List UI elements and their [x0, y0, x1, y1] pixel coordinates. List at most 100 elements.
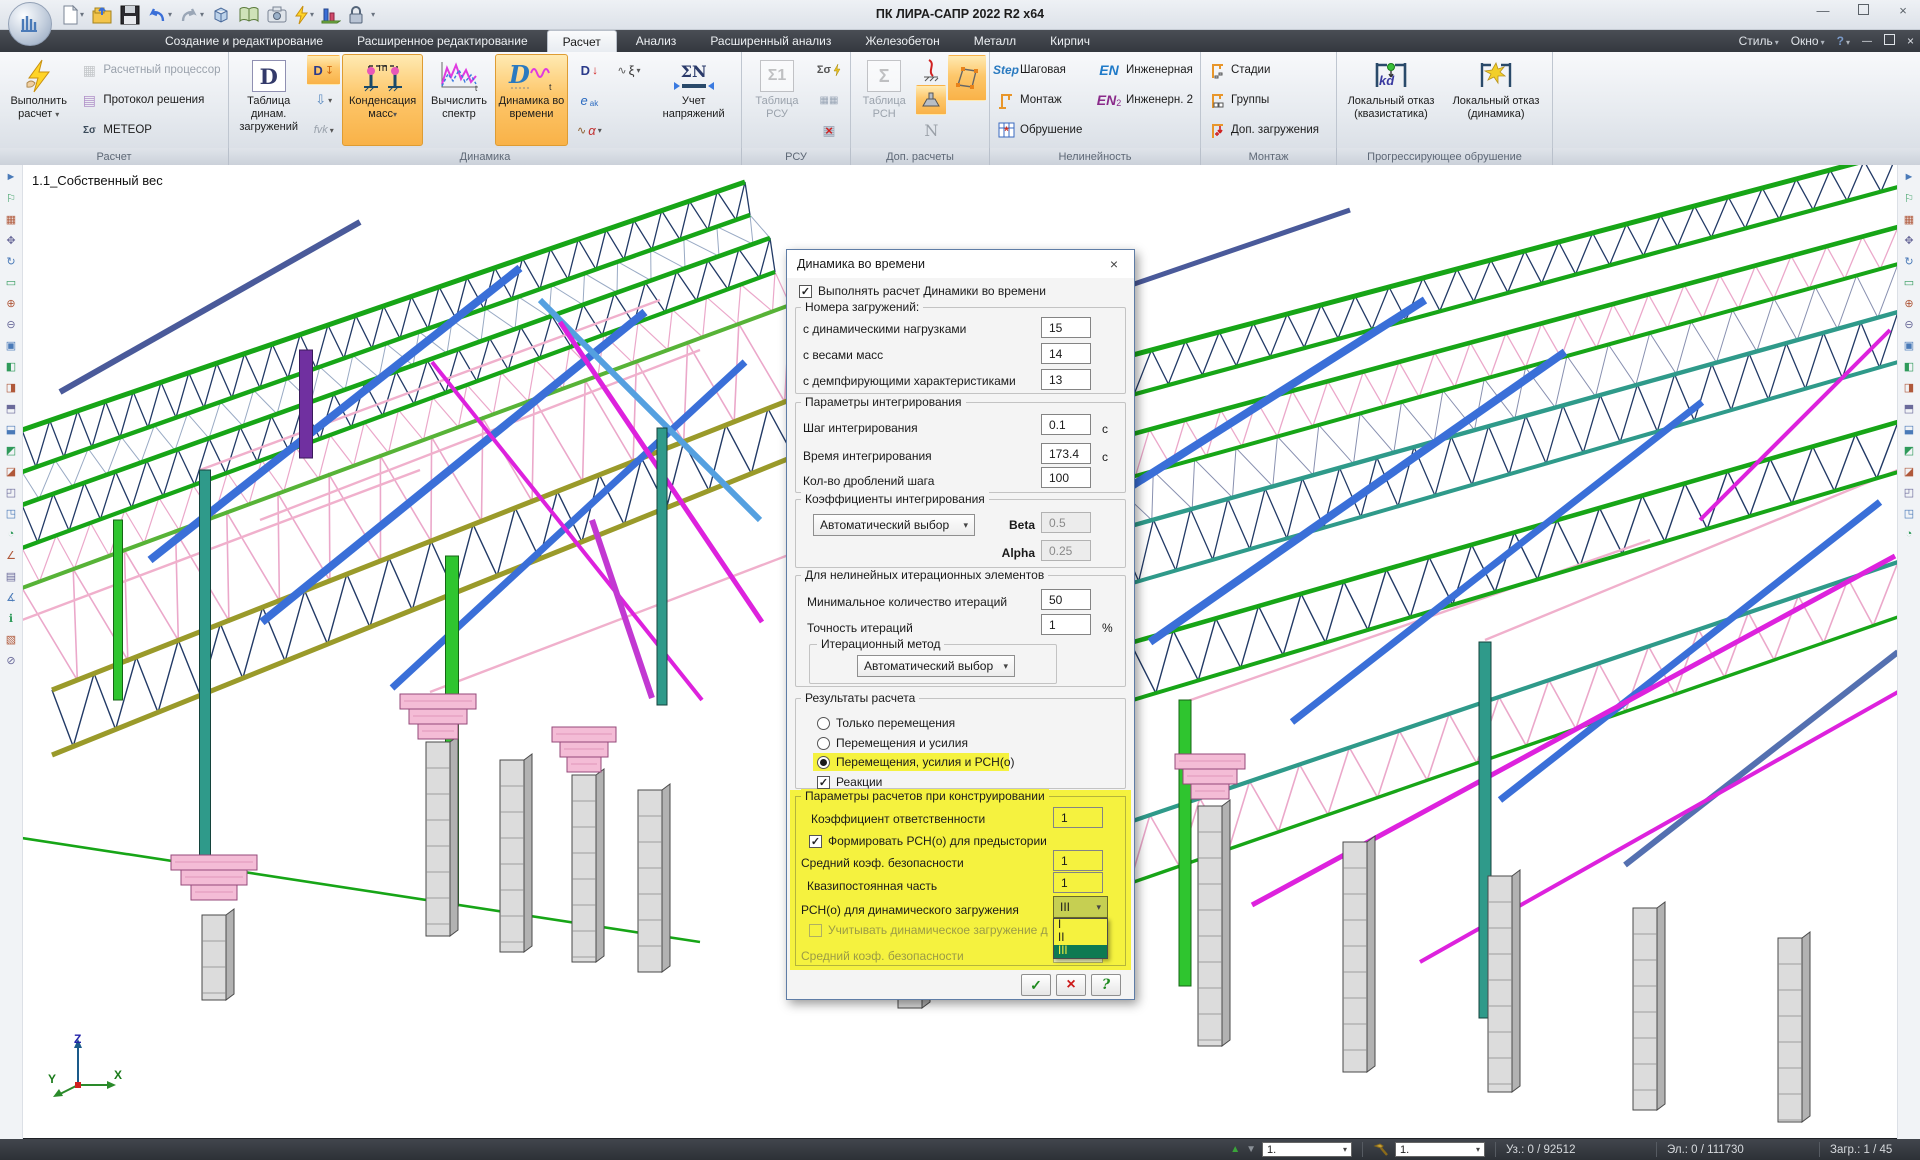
element-info-button[interactable]: ℹ — [2, 609, 20, 627]
alpha-damping-button[interactable]: ∿ α ▾ — [570, 115, 609, 145]
stress-account-button[interactable]: ΣN Учет напряжений — [649, 54, 738, 146]
isometry-button[interactable]: ◧ — [1900, 357, 1918, 375]
new-dropdown-arrow[interactable]: ▾ — [80, 10, 84, 19]
eak-button[interactable]: e ak — [570, 85, 609, 115]
compute-spectrum-button[interactable]: t Вычислить спектр — [425, 54, 493, 146]
tab-reinforced-concrete[interactable]: Железобетон — [850, 30, 954, 52]
footing-calc-button[interactable] — [916, 85, 946, 115]
show-nodes-button[interactable]: ▦ — [1900, 210, 1918, 228]
polyfilter-button[interactable]: ▧ — [2, 630, 20, 648]
min-iterations-field[interactable]: 50 — [1041, 589, 1091, 610]
ribbon-minimize-button[interactable]: — — [1862, 36, 1872, 47]
integration-step-field[interactable]: 0.1 — [1041, 414, 1091, 435]
rsn-dynamic-load-combobox[interactable]: III▾ — [1053, 896, 1108, 918]
save-view-button[interactable]: ◩ — [1900, 441, 1918, 459]
display-settings-button[interactable]: ◔ — [1900, 525, 1918, 543]
dynamic-loads-field[interactable]: 15 — [1041, 317, 1091, 338]
dialog-titlebar[interactable]: Динамика во времени × — [787, 250, 1134, 278]
collapse-button[interactable]: * Обрушение — [993, 116, 1091, 144]
results-button[interactable] — [321, 3, 341, 27]
pan-view-button[interactable]: ✥ — [2, 231, 20, 249]
rotate-view-button[interactable]: ↻ — [2, 252, 20, 270]
coeffs-mode-combobox[interactable]: Автоматический выбор▾ — [813, 514, 975, 536]
meteor-button[interactable]: Σσ МЕТЕОР — [76, 116, 225, 144]
iteration-accuracy-field[interactable]: 1 — [1041, 614, 1091, 635]
mass-press-button[interactable]: ⇩ ▾ — [307, 85, 340, 115]
section-cut-button[interactable]: ∠ — [2, 546, 20, 564]
rotate-cw-button[interactable]: ◨ — [1900, 378, 1918, 396]
montage-nonlinear-button[interactable]: Монтаж — [993, 86, 1091, 114]
solution-protocol-button[interactable]: ▤ Протокол решения — [76, 86, 225, 114]
projection-yoz-button[interactable]: ⊖ — [1900, 315, 1918, 333]
rsn-option-3[interactable]: III — [1054, 945, 1107, 958]
tab-masonry[interactable]: Кирпич — [1035, 30, 1105, 52]
loadcase-down-button[interactable]: ▼ — [1246, 1144, 1256, 1155]
invert-selection-button[interactable]: ⬓ — [1900, 420, 1918, 438]
zoom-window-button[interactable]: ▭ — [2, 273, 20, 291]
book-button[interactable] — [238, 3, 260, 27]
measure-tool-button[interactable]: ∡ — [2, 588, 20, 606]
close-fragment-button[interactable]: ► — [1900, 168, 1918, 186]
redo-dropdown-arrow[interactable]: ▾ — [200, 10, 204, 19]
quasi-permanent-field[interactable]: 1 — [1053, 872, 1103, 893]
run-dynamics-checkbox[interactable]: ✓ — [799, 285, 812, 298]
undo-dropdown-arrow[interactable]: ▾ — [168, 10, 172, 19]
projection-xoy-button[interactable]: ▣ — [1900, 336, 1918, 354]
grid-toggle-button[interactable]: ◰ — [1900, 483, 1918, 501]
rsu-table-button[interactable]: Σ1 Таблица РСУ — [745, 54, 809, 146]
redo-button[interactable]: ▾ — [179, 3, 204, 27]
front-view-button[interactable]: ◧ — [2, 357, 20, 375]
snapshot-button[interactable] — [267, 3, 287, 27]
help-menu[interactable]: ?▾ — [1837, 34, 1850, 48]
window-restore-button[interactable] — [1852, 3, 1874, 18]
show-loads-button[interactable]: ↻ — [1900, 252, 1918, 270]
tab-steel[interactable]: Металл — [959, 30, 1031, 52]
tab-creation-editing[interactable]: Создание и редактирование — [150, 30, 338, 52]
lock-view-button[interactable]: ◪ — [1900, 462, 1918, 480]
perspective-view-button[interactable]: ◔ — [2, 525, 20, 543]
rotate-ccw-button[interactable]: ⬒ — [1900, 399, 1918, 417]
run-dropdown-arrow[interactable]: ▾ — [310, 10, 314, 19]
xi-damping-button[interactable]: ∿ ξ ▾ — [611, 55, 648, 85]
qat-overflow-button[interactable]: ▾ — [371, 3, 375, 27]
flag-marker-button[interactable]: ⚐ — [2, 189, 20, 207]
show-supports-button[interactable]: ▭ — [1900, 273, 1918, 291]
damping-field[interactable]: 13 — [1041, 369, 1091, 390]
n-force-button[interactable]: N — [916, 115, 946, 145]
dialog-cancel-button[interactable]: × — [1056, 974, 1086, 996]
projection-xoz-button[interactable]: ⊕ — [1900, 294, 1918, 312]
extra-loadcases-button[interactable]: Доп. загружения — [1204, 116, 1332, 144]
dynamic-displacement-button[interactable]: D ↓ — [570, 55, 609, 85]
tab-advanced-editing[interactable]: Расширенное редактирование — [342, 30, 543, 52]
left-view-button[interactable]: ◩ — [2, 441, 20, 459]
reactions-checkbox[interactable]: ✓ — [817, 776, 830, 789]
engineering-nonlinearity-2-button[interactable]: EN2 Инженерн. 2 — [1093, 86, 1197, 114]
dynamic-loads-table-button[interactable]: D Таблица динам. загружений — [232, 54, 305, 146]
calc-processor-button[interactable]: ▦ Расчетный процессор — [76, 56, 225, 84]
slab-fragment-button[interactable] — [948, 55, 986, 101]
tab-calculation[interactable]: Расчет — [547, 30, 617, 52]
ribbon-close-button[interactable]: × — [1907, 34, 1914, 48]
mass-condensation-button[interactable]: m Конденсация масс▾ — [342, 54, 423, 146]
window-close-button[interactable]: × — [1892, 3, 1914, 18]
hammer-tool-icon[interactable] — [1373, 1143, 1389, 1157]
zoom-out-button[interactable]: ⊖ — [2, 315, 20, 333]
step-divisions-field[interactable]: 100 — [1041, 467, 1091, 488]
edit-dynamic-load-button[interactable]: D ↧ — [307, 55, 340, 85]
view-settings-button[interactable]: ⊘ — [2, 651, 20, 669]
open-file-button[interactable] — [91, 3, 113, 27]
bottom-view-button[interactable]: ⬓ — [2, 420, 20, 438]
new-document-button[interactable]: ▾ — [62, 3, 84, 27]
zoom-in-button[interactable]: ⊕ — [2, 294, 20, 312]
radio-displacements-forces[interactable] — [817, 737, 830, 750]
loadcase-combobox[interactable]: 1.▾ — [1262, 1142, 1352, 1157]
render-mode-button[interactable]: ▤ — [2, 567, 20, 585]
pile-stiffness-button[interactable] — [916, 55, 946, 85]
window-menu[interactable]: Окно▾ — [1791, 34, 1825, 48]
select-cursor-button[interactable]: ► — [2, 168, 20, 186]
dialog-ok-button[interactable]: ✓ — [1021, 974, 1051, 996]
fit-view-button[interactable]: ▣ — [2, 336, 20, 354]
fvk-button[interactable]: fvk ▾ — [307, 115, 340, 145]
fragment-view-button[interactable]: ▦ — [2, 210, 20, 228]
dialog-help-button[interactable]: ? — [1091, 974, 1121, 996]
